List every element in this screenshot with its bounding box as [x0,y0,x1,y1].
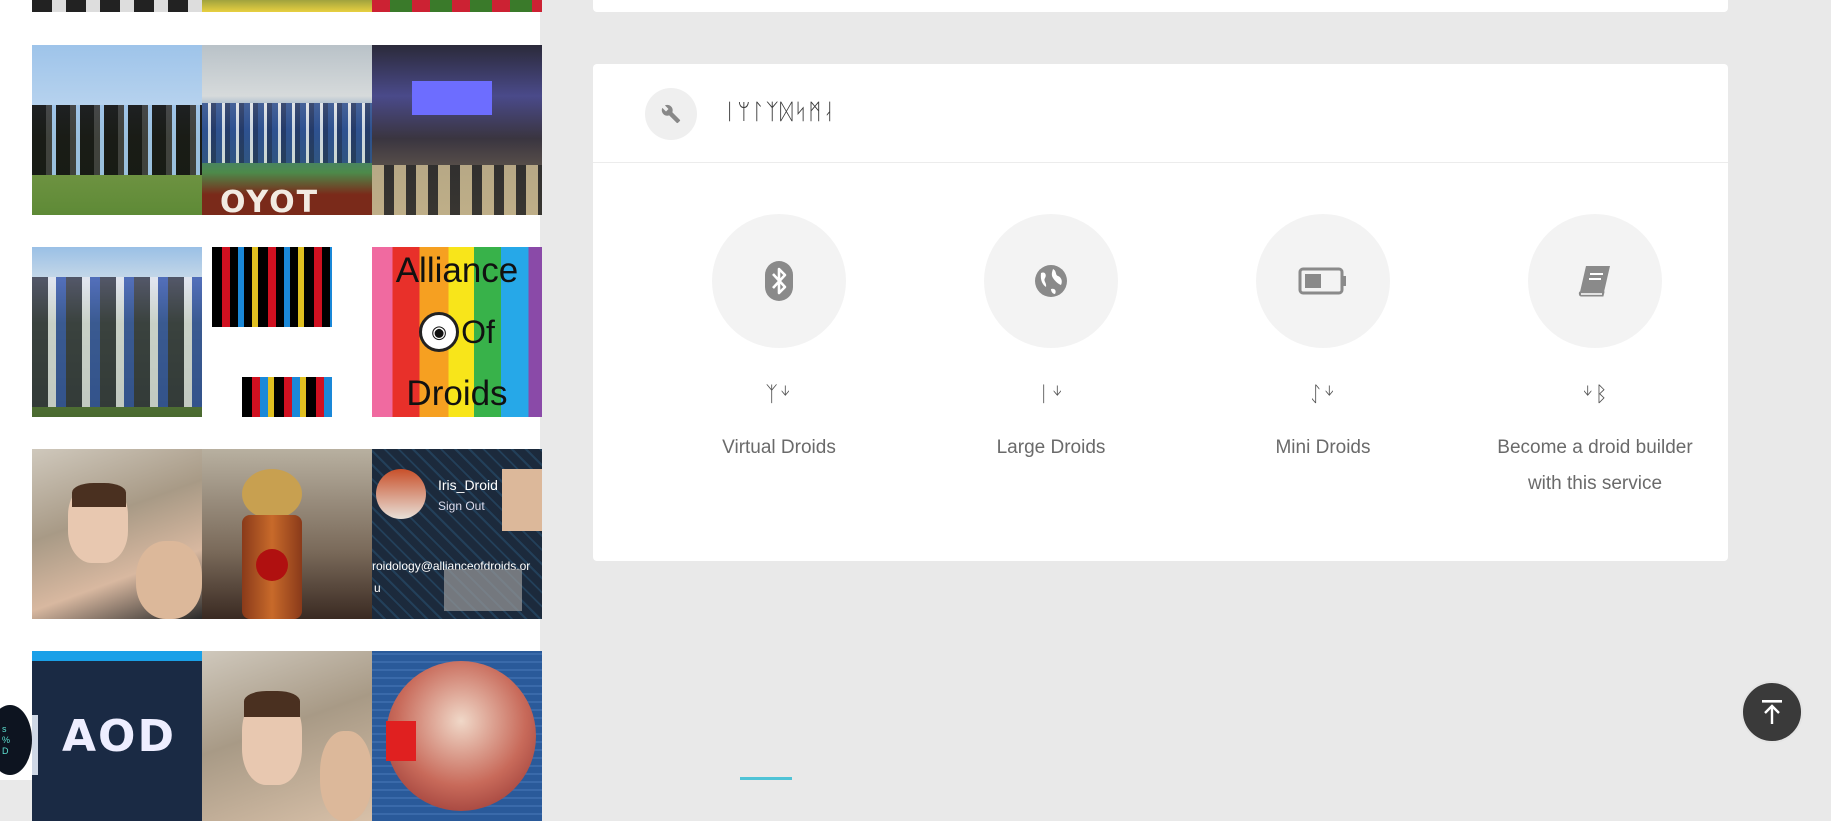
feature-label: Virtual Droids [722,437,836,458]
feature-droid-builder[interactable]: ᛎᛒ Become a droid builder with this serv… [1475,214,1715,502]
gallery-tile-aod-logo[interactable]: AOD [32,651,202,821]
gallery-row: OYOT [32,45,542,215]
profile-signout: Sign Out [438,499,485,513]
gallery-tile-team-field[interactable] [32,45,202,215]
feature-virtual-droids[interactable]: ᛉᛎ Virtual Droids [659,214,899,466]
gallery-column: OYOT Alliance ◉ Of Droids Iris_Droid Sig… [0,0,542,821]
poster-text: Alliance ◉ Of Droids [395,251,519,413]
gallery-tile[interactable] [202,0,372,12]
gallery-tile-brass-droid[interactable] [202,449,372,619]
gallery-tile-mars-rover[interactable] [372,651,542,821]
feature-number: ᛁᛎ [1037,382,1065,406]
gallery-tile-selfie-2[interactable] [202,651,372,821]
feature-number: ᛇᛎ [1309,382,1337,406]
card-header: ᛁᛘᛚᛉᛞᛋᛗᛆ [593,64,1728,163]
gallery-tile[interactable] [32,0,202,12]
previous-card-bottom [593,0,1728,12]
arrow-up-icon [1762,700,1782,724]
feature-number: ᛎᛒ [1581,382,1609,406]
battery-icon [1256,214,1390,348]
bluetooth-icon [712,214,846,348]
gallery-row: Iris_Droid Sign Out roidology@allianceof… [32,449,542,619]
gallery-tile-profile[interactable]: Iris_Droid Sign Out roidology@allianceof… [372,449,542,619]
gallery-tile-event-hall[interactable] [372,45,542,215]
feature-label: Become a droid builder with this service [1497,437,1693,494]
book-icon [1528,214,1662,348]
profile-name: Iris_Droid [438,477,498,493]
feature-large-droids[interactable]: ᛁᛎ Large Droids [931,214,1171,466]
scroll-to-top-button[interactable] [1741,681,1803,743]
wrench-icon [645,88,697,140]
aod-logo-text: AOD [62,711,176,762]
feature-label: Large Droids [996,437,1106,458]
droid-icon: ◉ [419,312,460,352]
gallery-row: Alliance ◉ Of Droids [32,247,542,417]
gallery-tile-seated-team[interactable] [32,247,202,417]
profile-extra: u [374,581,381,595]
gallery-row [32,0,542,12]
services-card: ᛁᛘᛚᛉᛞᛋᛗᛆ ᛉᛎ Virtual Droids ᛁᛎ Large Droi… [593,64,1728,561]
badge-edge [32,715,38,775]
chat-badge[interactable]: s % D [0,705,32,775]
card-title: ᛁᛘᛚᛉᛞᛋᛗᛆ [723,100,837,125]
globe-icon [984,214,1118,348]
gallery-tile[interactable] [372,0,542,12]
gallery-tile-pixel-art[interactable] [202,247,372,417]
feature-mini-droids[interactable]: ᛇᛎ Mini Droids [1203,214,1443,466]
feature-number: ᛉᛎ [765,382,793,406]
feature-label: Mini Droids [1275,437,1371,458]
gallery-row: AOD [32,651,542,821]
gallery-tile-selfie[interactable] [32,449,202,619]
gallery-tile-alliance-poster[interactable]: Alliance ◉ Of Droids [372,247,542,417]
gallery-tile-stadium[interactable]: OYOT [202,45,372,215]
